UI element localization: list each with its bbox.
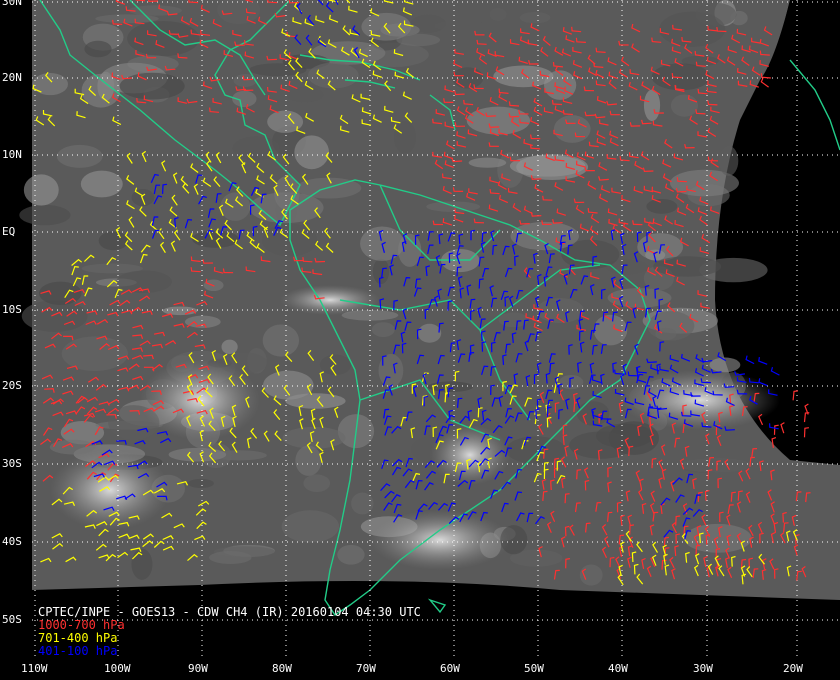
lat-label: 10N bbox=[2, 148, 22, 161]
lat-label: 30N bbox=[2, 0, 22, 8]
lon-label: 30W bbox=[693, 662, 713, 675]
lon-label: 40W bbox=[608, 662, 628, 675]
lat-label: 50S bbox=[2, 613, 22, 626]
lon-label: 90W bbox=[188, 662, 208, 675]
lat-label: 40S bbox=[2, 535, 22, 548]
lat-label: 10S bbox=[2, 303, 22, 316]
lon-label: 50W bbox=[524, 662, 544, 675]
lat-label: 20S bbox=[2, 379, 22, 392]
lat-label: EQ bbox=[2, 225, 16, 238]
lat-label: 20N bbox=[2, 71, 22, 84]
lon-label: 60W bbox=[440, 662, 460, 675]
legend-mid-level: 701-400 hPa bbox=[38, 631, 118, 645]
lon-label: 20W bbox=[783, 662, 803, 675]
lon-label: 100W bbox=[104, 662, 131, 675]
lon-label: 80W bbox=[272, 662, 292, 675]
legend-low-level: 1000-700 hPa bbox=[38, 618, 125, 632]
map-title: CPTEC/INPE - GOES13 - CDW CH4 (IR) 20160… bbox=[38, 605, 421, 619]
lon-label: 70W bbox=[356, 662, 376, 675]
satellite-wind-map bbox=[19, 0, 840, 660]
legend-high-level: 401-100 hPa bbox=[38, 644, 118, 658]
lon-label: 110W bbox=[21, 662, 48, 675]
lat-label: 30S bbox=[2, 457, 22, 470]
